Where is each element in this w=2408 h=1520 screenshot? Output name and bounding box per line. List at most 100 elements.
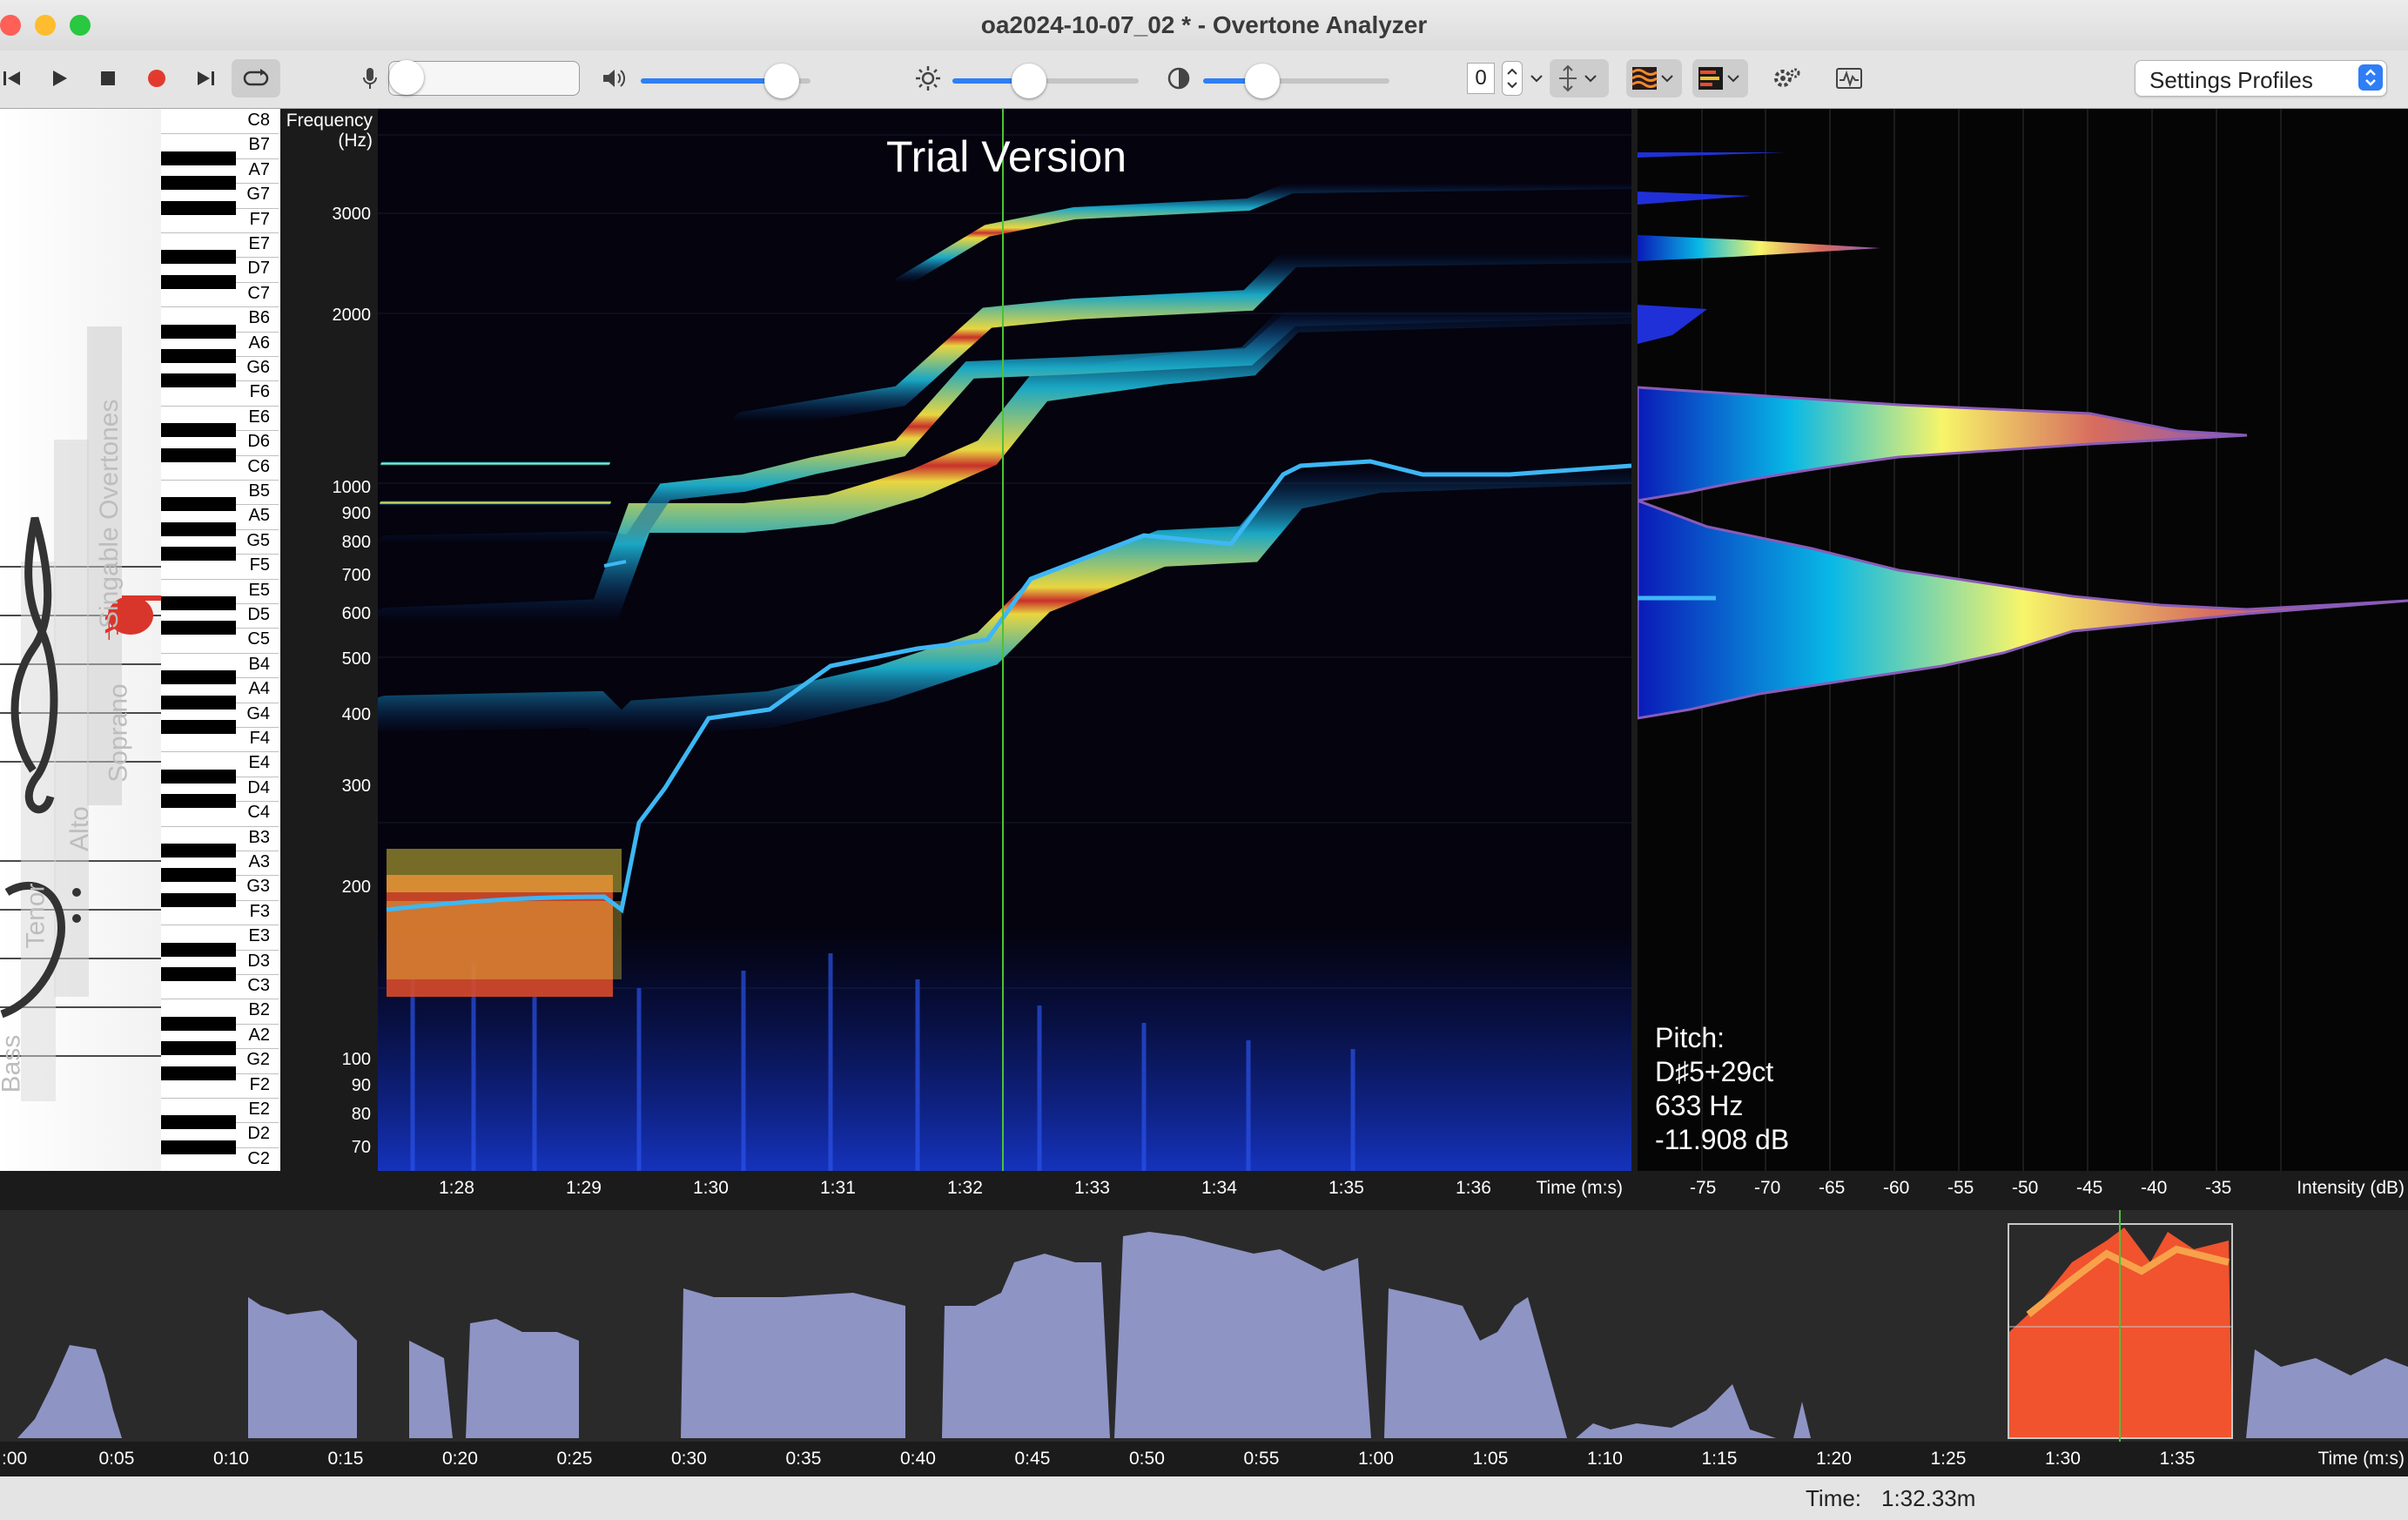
color-scheme-icon[interactable] (1692, 59, 1748, 98)
overview-waveform-image (0, 1210, 2408, 1442)
music-staff: ♯ Bass Tenor Alto Soprano Singable Overt… (0, 109, 161, 1171)
skip-forward-icon[interactable] (190, 59, 221, 98)
stepper-arrows[interactable] (1499, 59, 1525, 98)
chevron-down-icon[interactable] (1527, 59, 1546, 98)
overview-time-label: 1:15 (1701, 1449, 1738, 1469)
frequency-axis: Frequency (Hz) 3000 2000 1000 900 800 700 600 5… (280, 109, 378, 1171)
intensity-label: -70 (1754, 1178, 1781, 1198)
loop-icon[interactable] (232, 59, 280, 98)
intensity-spectrum-panel: Pitch: D♯5+29ct 633 Hz -11.908 dB (1638, 109, 2408, 1171)
note-label: A6 (248, 333, 270, 353)
overview-time-axis-title: Time (m:s) (2317, 1449, 2405, 1469)
zoom-fit-icon[interactable] (1550, 59, 1609, 98)
note-label: G2 (246, 1050, 270, 1070)
pitch-frequency: 633 Hz (1655, 1090, 1744, 1121)
note-label: E6 (248, 407, 270, 427)
note-label: F6 (249, 382, 270, 402)
overview-waveform[interactable] (0, 1210, 2408, 1442)
note-label: B5 (248, 481, 270, 501)
contrast-icon (1163, 59, 1194, 98)
voice-label-soprano: Soprano (104, 683, 133, 783)
stepper-value[interactable]: 0 (1467, 63, 1495, 94)
play-icon[interactable] (44, 59, 75, 98)
note-label: C3 (247, 976, 270, 995)
time-axis-title: Time (m:s) (1536, 1178, 1623, 1198)
intensity-label: -50 (2012, 1178, 2039, 1198)
time-label: 1:33 (1074, 1178, 1110, 1198)
note-label: E5 (248, 580, 270, 600)
note-label: G6 (246, 358, 270, 377)
intensity-axis: -75 -70 -65 -60 -55 -50 -45 -40 -35 Intensity (d… (1638, 1171, 2408, 1206)
time-label: 1:35 (1328, 1178, 1364, 1198)
overview-time-label: 1:35 (2159, 1449, 2196, 1469)
overview-time-label: 1:00 (1358, 1449, 1394, 1469)
note-label: C8 (247, 111, 270, 130)
note-label: F4 (249, 729, 270, 748)
overview-time-label: 1:05 (1472, 1449, 1509, 1469)
note-label: B4 (248, 654, 270, 674)
pitch-readout: Pitch: D♯5+29ct 633 Hz -11.908 dB (1655, 1021, 1789, 1157)
overview-time-label: 0:40 (900, 1449, 936, 1469)
settings-gear-icon[interactable] (1769, 59, 1804, 98)
note-label: B6 (248, 308, 270, 328)
status-bar: Time: 1:32.33m (0, 1476, 2408, 1520)
intensity-label: -55 (1947, 1178, 1974, 1198)
intensity-label: -75 (1690, 1178, 1717, 1198)
overview-time-label: 1:30 (2045, 1449, 2081, 1469)
overview-time-label: 0:55 (1243, 1449, 1280, 1469)
time-label: 1:29 (566, 1178, 602, 1198)
record-icon[interactable] (141, 59, 172, 98)
trial-watermark: Trial Version (886, 132, 1127, 181)
note-label: C6 (247, 456, 270, 476)
stepper-field[interactable]: 0 (1466, 59, 1496, 98)
note-label: B7 (248, 135, 270, 155)
note-label: E4 (248, 753, 270, 773)
stop-icon[interactable] (92, 59, 124, 98)
note-label: C5 (247, 629, 270, 649)
settings-profiles-select[interactable]: Settings Profiles (2135, 59, 2387, 98)
note-label: D7 (247, 259, 270, 279)
note-label: A5 (248, 506, 270, 526)
overview-time-label: 1:10 (1587, 1449, 1623, 1469)
frequency-label: 100 (341, 1049, 371, 1069)
note-label: B2 (248, 1000, 270, 1020)
note-label: F2 (249, 1074, 270, 1094)
intensity-label: -40 (2141, 1178, 2168, 1198)
time-label: 1:28 (439, 1178, 474, 1198)
note-label: C7 (247, 283, 270, 303)
toolbar: 0 Settings Profiles (0, 50, 2408, 109)
note-label: G3 (246, 877, 270, 897)
spectrogram-panel[interactable]: Trial Version (378, 109, 1631, 1171)
overview-time-label: 0:25 (556, 1449, 593, 1469)
status-time-value: 1:32.33m (1881, 1485, 1976, 1511)
note-label: D2 (247, 1124, 270, 1144)
time-label: 1:31 (820, 1178, 856, 1198)
intensity-spectrum-image (1638, 109, 2408, 1171)
overview-time-label: 1:20 (1816, 1449, 1852, 1469)
frequency-label: 400 (341, 705, 371, 724)
note-label: C2 (247, 1148, 270, 1168)
note-label: G7 (246, 185, 270, 205)
voice-label-tenor: Tenor (21, 883, 50, 949)
overview-time-label: 1:25 (1930, 1449, 1967, 1469)
pitch-note: D♯5+29ct (1655, 1056, 1774, 1087)
spectrogram-time-axis: 1:28 1:29 1:30 1:31 1:32 1:33 1:34 1:35 1:36 Tim… (378, 1171, 1631, 1206)
intensity-label: -65 (1819, 1178, 1846, 1198)
microphone-icon (357, 59, 383, 98)
time-label: 1:34 (1201, 1178, 1237, 1198)
note-label: F7 (249, 209, 270, 229)
note-label: D6 (247, 432, 270, 452)
pitch-intensity: -11.908 dB (1655, 1124, 1790, 1155)
intensity-label: -35 (2205, 1178, 2232, 1198)
intensity-label: -60 (1883, 1178, 1910, 1198)
overview-time-label: 0:10 (213, 1449, 249, 1469)
skip-back-icon[interactable] (0, 59, 24, 98)
spectrum-color-icon[interactable] (1626, 59, 1682, 98)
spectrogram-image (378, 109, 1631, 1171)
waveform-monitor-icon[interactable] (1832, 59, 1867, 98)
title-bar: oa2024-10-07_02 * - Overtone Analyzer (0, 0, 2408, 51)
speaker-icon (599, 59, 630, 98)
frequency-label: 300 (341, 777, 371, 797)
piano-keyboard: C8 B7 A7 G7 F7 E7 D7 C7 B6 A6 G6 F6 E6 D6 C6 B5 A5 G5 F5 E5… (161, 109, 280, 1171)
frequency-label: 700 (341, 566, 371, 586)
